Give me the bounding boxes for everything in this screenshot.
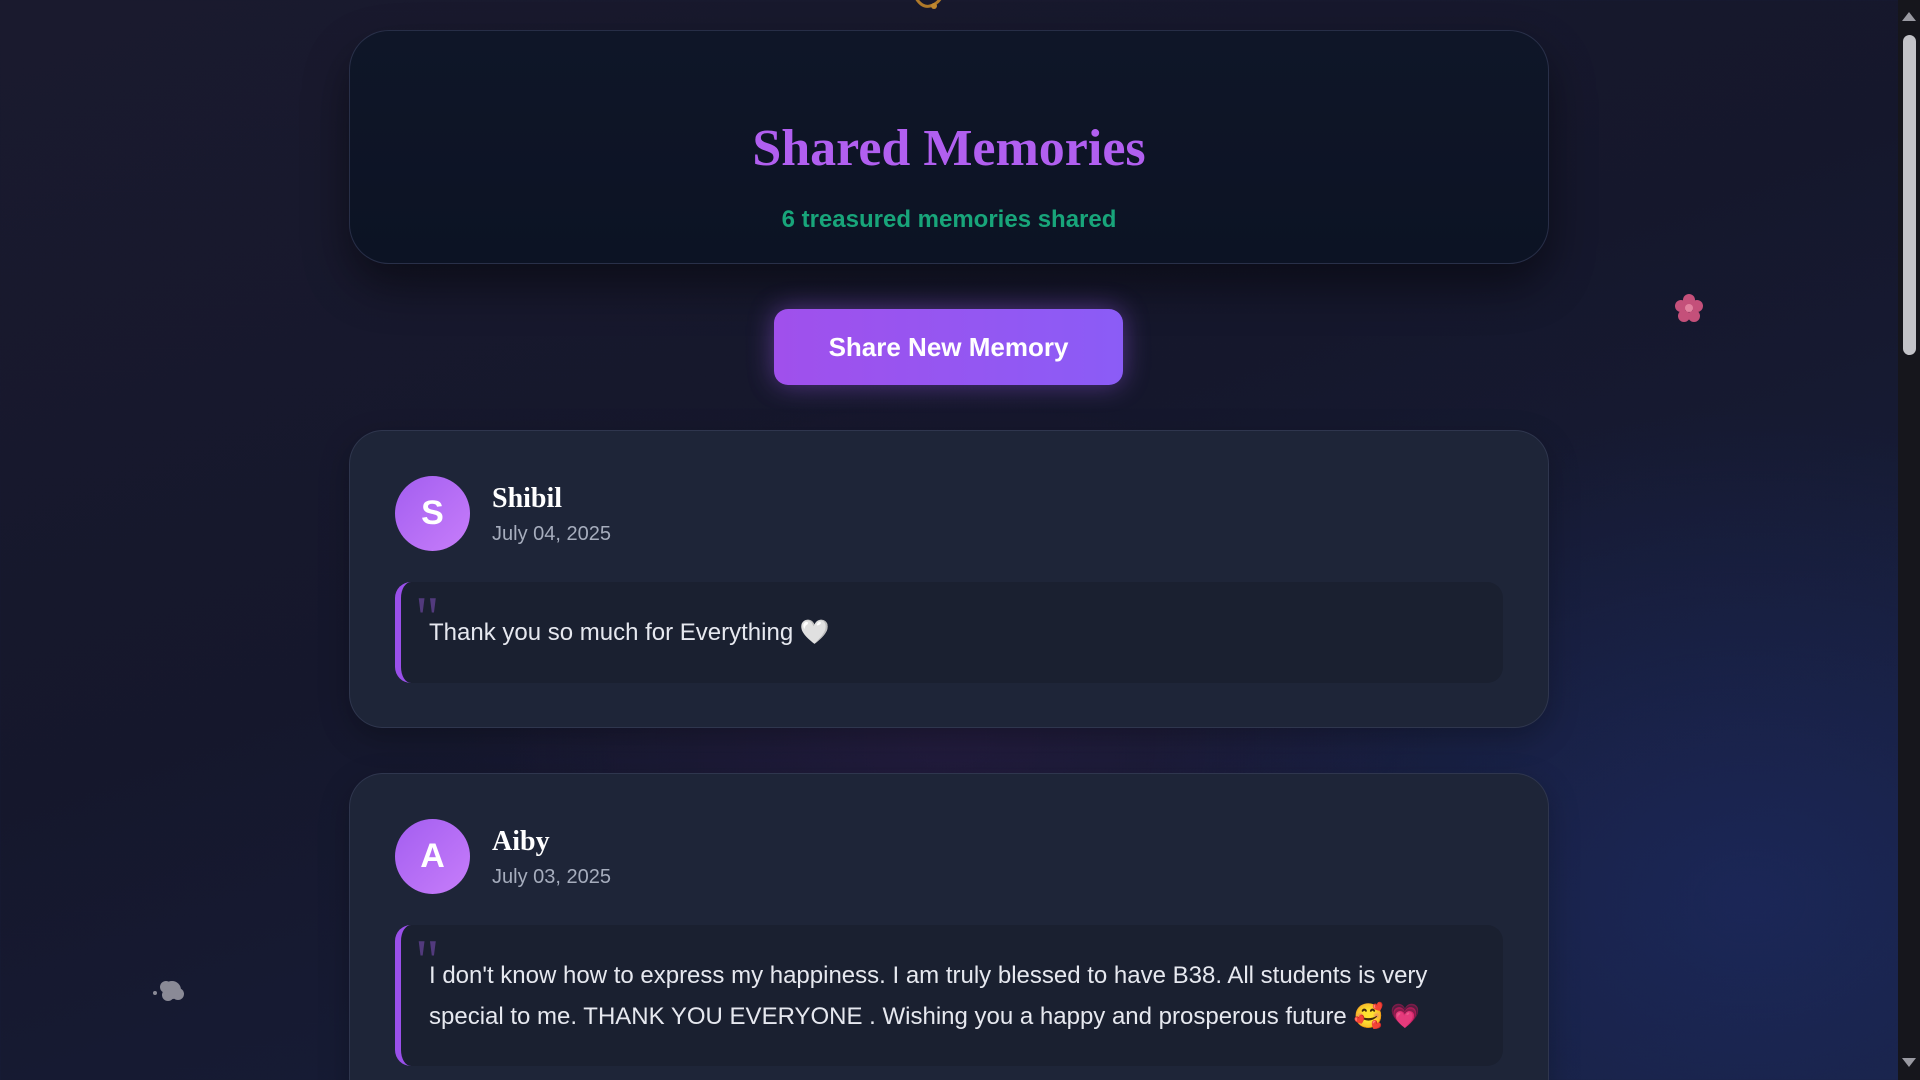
memory-quote: " I don't know how to express my happine… [395, 925, 1503, 1066]
memory-date: July 03, 2025 [492, 866, 611, 888]
avatar: A [395, 819, 470, 894]
memory-card: S Shibil July 04, 2025 " Thank you so mu… [349, 430, 1549, 728]
flower-icon [1675, 294, 1703, 322]
memory-text: Thank you so much for Everything 🤍 [429, 619, 830, 646]
avatar: S [395, 476, 470, 551]
memory-count: 6 treasured memories shared [781, 206, 1117, 233]
vertical-scrollbar[interactable] [1898, 0, 1920, 1080]
share-new-memory-button[interactable]: Share New Memory [774, 309, 1123, 385]
header-card: Shared Memories 6 treasured memories sha… [349, 30, 1549, 264]
memory-quote: " Thank you so much for Everything 🤍 [395, 582, 1503, 683]
author-name: Aiby [492, 826, 550, 857]
memory-date: July 04, 2025 [492, 523, 611, 545]
scroll-up-arrow-icon[interactable] [1902, 12, 1916, 21]
page-title: Shared Memories [752, 120, 1146, 177]
memories-page: Shared Memories 6 treasured memories sha… [0, 0, 1898, 1080]
memory-card: A Aiby July 03, 2025 " I don't know how … [349, 773, 1549, 1080]
bird-icon [915, 0, 942, 9]
memory-text: I don't know how to express my happiness… [429, 962, 1428, 1030]
author-name: Shibil [492, 483, 563, 514]
scrollbar-thumb[interactable] [1903, 35, 1916, 355]
scroll-down-arrow-icon[interactable] [1902, 1058, 1916, 1067]
cloud-icon [153, 981, 184, 1001]
